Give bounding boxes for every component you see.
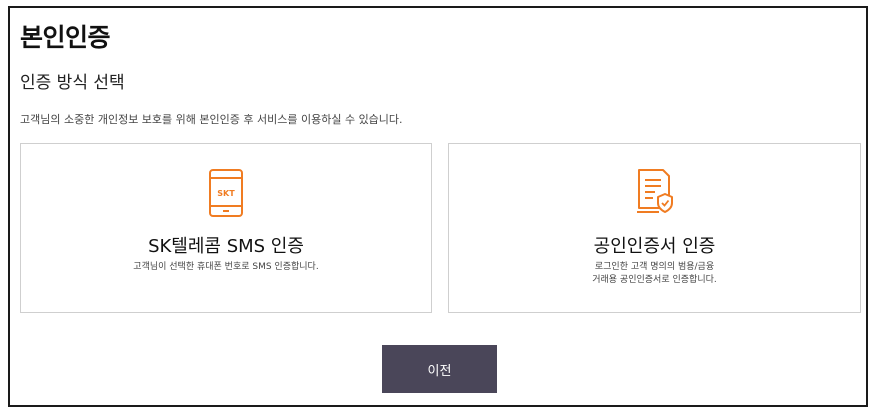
certificate-auth-title: 공인인증서 인증 — [593, 236, 716, 257]
sms-auth-desc-line: 고객님이 선택한 휴대폰 번호로 SMS 인증합니다. — [133, 262, 319, 272]
skt-logo-text: SKT — [217, 189, 235, 198]
sms-auth-title: SK텔레콤 SMS 인증 — [148, 236, 304, 257]
sms-auth-card[interactable]: SKT SK텔레콤 SMS 인증 고객님이 선택한 휴대폰 번호로 SMS 인증… — [20, 143, 432, 313]
section-title: 인증 방식 선택 — [20, 73, 125, 93]
prev-button[interactable]: 이전 — [382, 345, 497, 393]
certificate-auth-desc: 로그인한 고객 명의의 범용/금융 거래용 공인인증서로 인증합니다. — [449, 261, 860, 287]
auth-panel: 본인인증 인증 방식 선택 고객님의 소중한 개인정보 보호를 위해 본인인증 … — [8, 6, 868, 407]
phone-icon: SKT — [208, 168, 244, 222]
certificate-auth-card[interactable]: 공인인증서 인증 로그인한 고객 명의의 범용/금융 거래용 공인인증서로 인증… — [448, 143, 861, 313]
certificate-auth-desc-line-1: 로그인한 고객 명의의 범용/금융 — [594, 262, 715, 272]
page-title: 본인인증 — [20, 23, 111, 52]
description-text: 고객님의 소중한 개인정보 보호를 위해 본인인증 후 서비스를 이용하실 수 … — [20, 113, 403, 126]
certificate-auth-desc-line-2: 거래용 공인인증서로 인증합니다. — [592, 275, 717, 285]
sms-auth-desc: 고객님이 선택한 휴대폰 번호로 SMS 인증합니다. — [21, 261, 431, 274]
certificate-icon — [635, 168, 675, 222]
